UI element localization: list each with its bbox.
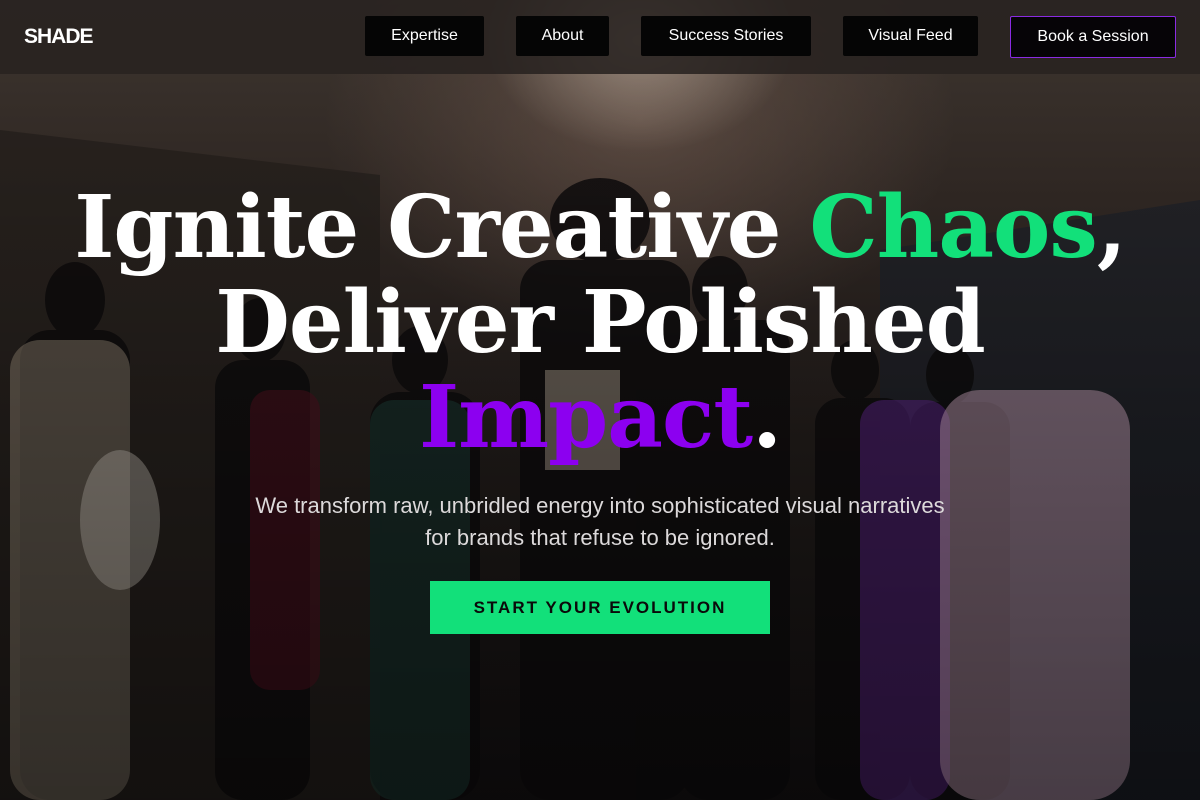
book-session-button[interactable]: Book a Session bbox=[1010, 16, 1176, 58]
site-header: SHADE Expertise About Success Stories Vi… bbox=[0, 0, 1200, 74]
logo[interactable]: SHADE bbox=[24, 24, 94, 50]
nav-about[interactable]: About bbox=[516, 16, 609, 56]
headline-text: Ignite Creative bbox=[74, 177, 810, 278]
headline-highlight-chaos: Chaos bbox=[809, 177, 1097, 278]
headline-highlight-impact: Impact bbox=[418, 367, 753, 468]
headline-line1: Ignite Creative Chaos, bbox=[74, 177, 1127, 278]
nav-success-stories[interactable]: Success Stories bbox=[641, 16, 811, 56]
headline-line2: Deliver Polished bbox=[215, 272, 985, 373]
nav-visual-feed[interactable]: Visual Feed bbox=[843, 16, 978, 56]
nav-expertise[interactable]: Expertise bbox=[365, 16, 484, 56]
hero-subtext: We transform raw, unbridled energy into … bbox=[255, 493, 945, 550]
hero-headline: Ignite Creative Chaos, Deliver Polished … bbox=[0, 180, 1200, 465]
page: SHADE Expertise About Success Stories Vi… bbox=[0, 0, 1200, 800]
headline-comma: , bbox=[1096, 177, 1127, 278]
headline-period: . bbox=[752, 367, 782, 468]
start-evolution-button[interactable]: START YOUR EVOLUTION bbox=[430, 581, 770, 634]
